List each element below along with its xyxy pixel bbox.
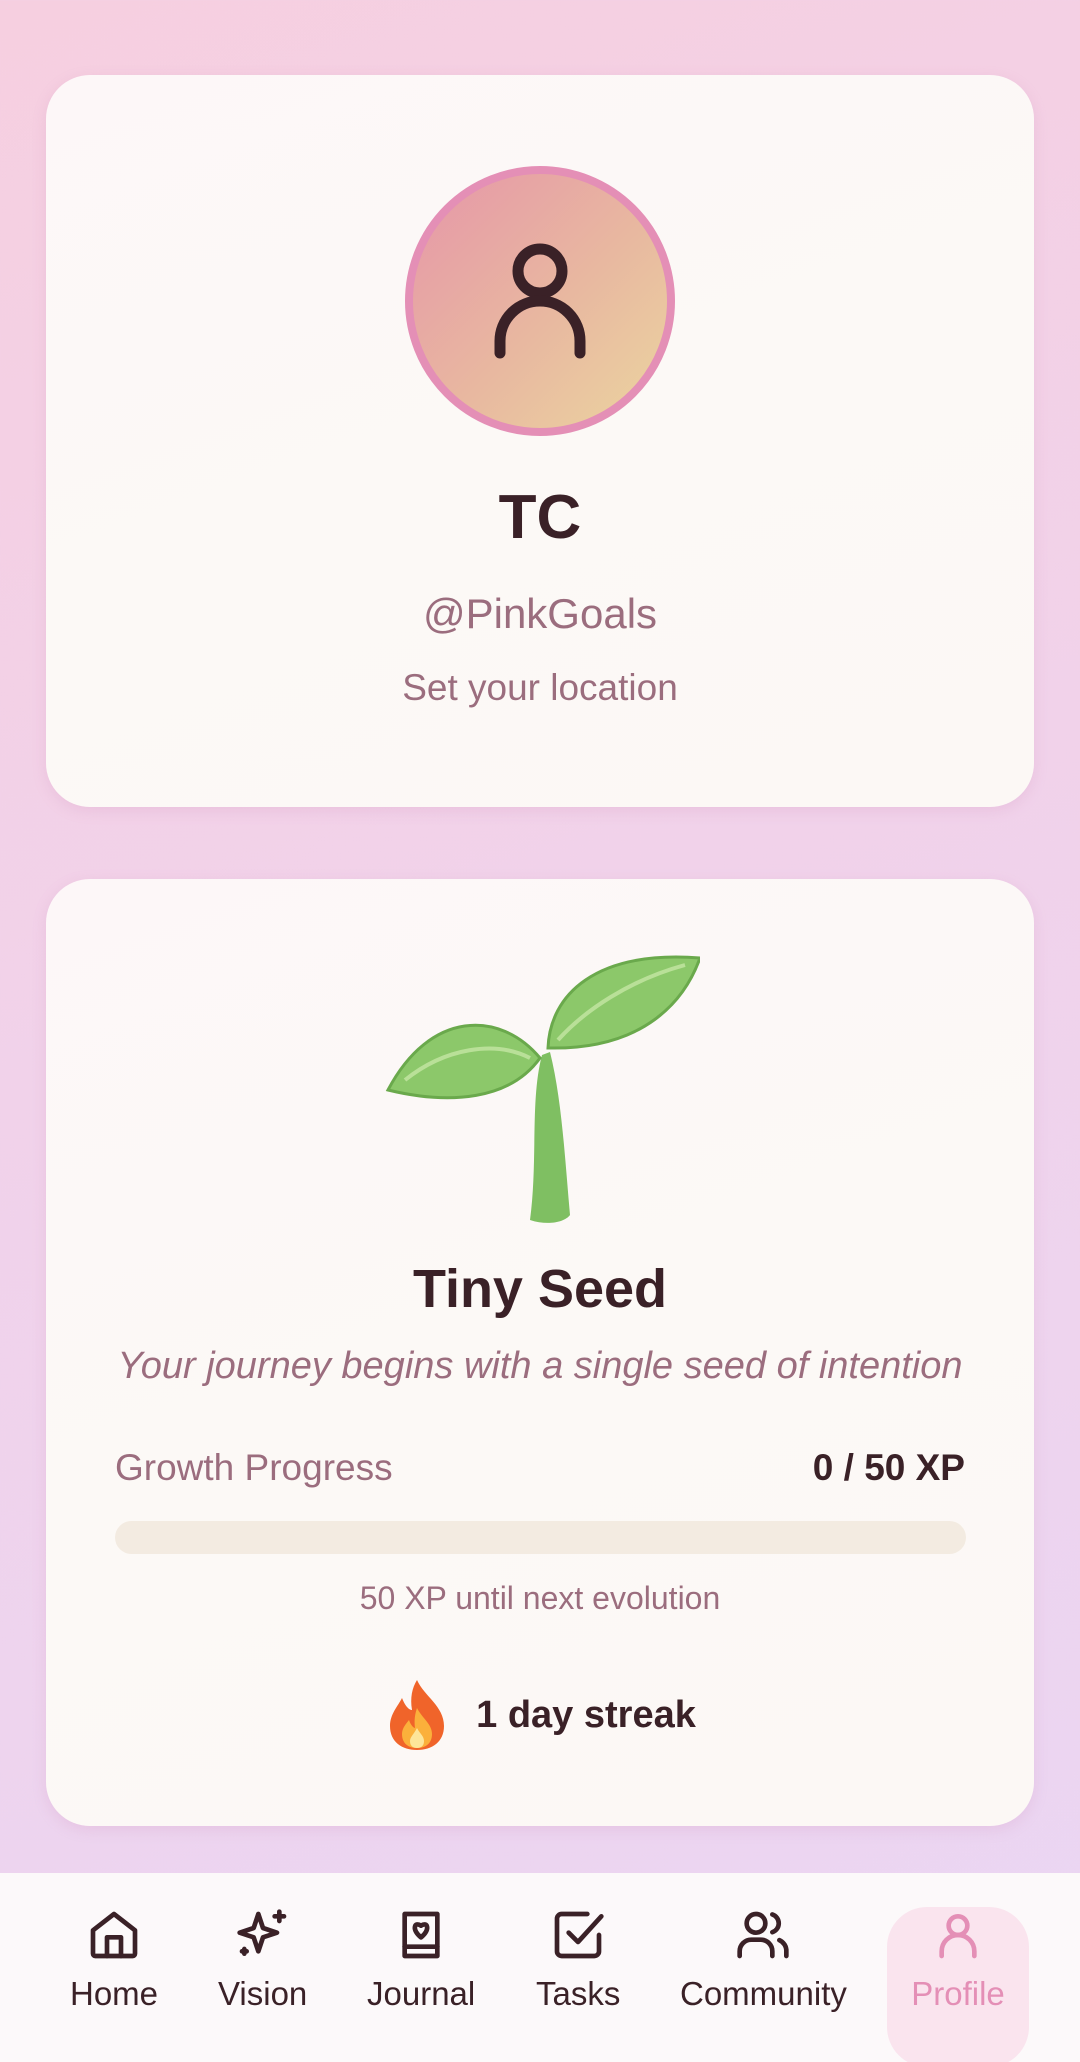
home-icon bbox=[90, 1911, 138, 1959]
stage-title: Tiny Seed bbox=[412, 1259, 668, 1319]
bottom-nav: Home Vision Journal Tasks Community Prof… bbox=[0, 1873, 1080, 2062]
nav-item-home[interactable]: Home bbox=[70, 1907, 158, 2013]
sprout-icon bbox=[385, 955, 700, 1223]
user-icon bbox=[939, 1914, 977, 1959]
avatar[interactable] bbox=[405, 166, 675, 436]
nav-item-journal[interactable]: Journal bbox=[367, 1907, 475, 2013]
nav-label: Tasks bbox=[536, 1975, 621, 2012]
nav-item-profile[interactable]: Profile bbox=[887, 1907, 1029, 2062]
nav-item-tasks[interactable]: Tasks bbox=[536, 1907, 620, 2013]
nav-item-vision[interactable]: Vision bbox=[218, 1907, 307, 2013]
streak-text: 1 day streak bbox=[476, 1693, 696, 1736]
check-square-icon bbox=[554, 1911, 604, 1959]
users-icon bbox=[737, 1911, 790, 1959]
profile-name: TC bbox=[498, 483, 582, 552]
nav-label: Journal bbox=[367, 1975, 476, 2012]
journal-icon bbox=[402, 1911, 440, 1959]
progress-value: 0 / 50 XP bbox=[812, 1447, 965, 1488]
sparkle-icon bbox=[236, 1909, 286, 1956]
xp-remaining: 50 XP until next evolution bbox=[359, 1580, 721, 1616]
progress-bar bbox=[115, 1521, 966, 1554]
nav-label: Home bbox=[70, 1975, 159, 2012]
nav-label: Profile bbox=[911, 1975, 1005, 2012]
fire-icon bbox=[390, 1680, 445, 1750]
location-link[interactable]: Set your location bbox=[0, 667, 1080, 709]
profile-handle: @PinkGoals bbox=[422, 590, 658, 637]
nav-label: Vision bbox=[218, 1975, 308, 2012]
progress-label: Growth Progress bbox=[115, 1447, 393, 1488]
nav-item-community[interactable]: Community bbox=[680, 1907, 847, 2013]
streak: 1 day streak bbox=[0, 1678, 1080, 1752]
user-icon bbox=[494, 243, 586, 359]
stage-description: Your journey begins with a single seed o… bbox=[117, 1345, 963, 1387]
nav-label: Community bbox=[680, 1975, 847, 2012]
